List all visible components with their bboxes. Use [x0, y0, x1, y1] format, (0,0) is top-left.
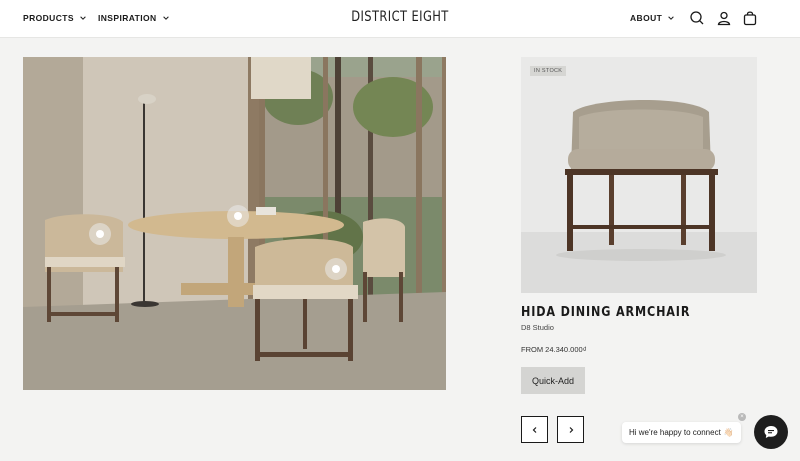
shopping-bag-icon[interactable]: [742, 10, 758, 26]
nav-about[interactable]: ABOUT: [630, 13, 675, 23]
carousel-next-button[interactable]: [557, 416, 584, 443]
armchair-illustration: [521, 57, 757, 293]
product-image[interactable]: IN STOCK: [521, 57, 757, 293]
product-price: FROM 24.340.000₫: [521, 345, 587, 354]
chat-close-button[interactable]: ×: [738, 413, 746, 421]
product-title[interactable]: HIDA DINING ARMCHAIR: [521, 305, 690, 320]
chevron-left-icon: [532, 426, 536, 433]
product-brand: D8 Studio: [521, 323, 554, 332]
chat-launcher-button[interactable]: [754, 415, 788, 449]
hotspot-front-chair[interactable]: [325, 258, 347, 280]
chevron-down-icon: [668, 16, 675, 20]
quick-add-button[interactable]: Quick-Add: [521, 367, 585, 394]
stock-badge: IN STOCK: [530, 66, 567, 76]
chat-greeting-bubble[interactable]: Hi we're happy to connect 👋🏻: [622, 422, 741, 443]
search-icon[interactable]: [689, 10, 705, 26]
wave-emoji: 👋🏻: [723, 428, 734, 437]
hotspot-left-chair[interactable]: [89, 223, 111, 245]
chevron-right-icon: [569, 426, 573, 433]
user-icon[interactable]: [716, 10, 732, 26]
nav-about-label: ABOUT: [630, 13, 663, 23]
lifestyle-scene-image: [23, 57, 446, 390]
chat-greeting-text: Hi we're happy to connect: [629, 428, 721, 437]
site-header: PRODUCTS INSPIRATION DISTRICT EIGHT ABOU…: [0, 0, 800, 38]
carousel-prev-button[interactable]: [521, 416, 548, 443]
nav-products-label: PRODUCTS: [23, 13, 74, 23]
hotspot-table[interactable]: [227, 205, 249, 227]
chat-icon: [764, 426, 778, 438]
